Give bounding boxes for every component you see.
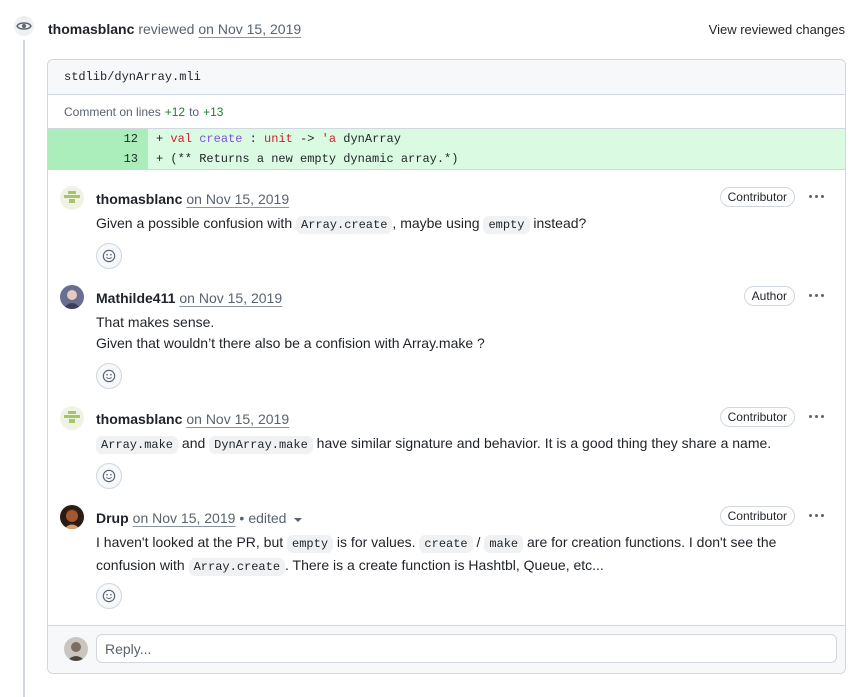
smiley-icon <box>102 369 116 383</box>
file-path[interactable]: stdlib/dynArray.mli <box>64 70 201 84</box>
role-badge: Contributor <box>719 506 795 526</box>
smiley-icon <box>102 249 116 263</box>
kebab-horizontal-icon <box>808 513 812 517</box>
diff-line: 12 + val create : unit -> 'a dynArray <box>48 129 845 149</box>
code-line: + val create : unit -> 'a dynArray <box>148 129 845 149</box>
separator-dot: • <box>239 510 245 526</box>
comment-header: Drup on Nov 15, 2019 • edited <box>96 509 303 527</box>
diff-line: 13 + (** Returns a new empty dynamic arr… <box>48 149 845 169</box>
comment-header: thomasblanc on Nov 15, 2019 <box>96 410 289 428</box>
comment-line: Given that wouldn’t there also be a conf… <box>96 335 485 351</box>
role-badge: Author <box>743 286 795 306</box>
comment-options-button[interactable] <box>805 507 827 523</box>
inline-code: empty <box>287 535 334 553</box>
timeline-line <box>23 40 25 697</box>
view-reviewed-changes-link[interactable]: View reviewed changes <box>709 22 845 37</box>
comment-date-link[interactable]: on Nov 15, 2019 <box>179 290 282 306</box>
reply-input[interactable] <box>96 634 837 663</box>
add-reaction-button[interactable] <box>96 463 122 489</box>
edited-menu[interactable]: edited <box>248 510 286 526</box>
smiley-icon <box>102 469 116 483</box>
comment-author[interactable]: thomasblanc <box>96 191 182 207</box>
inline-code: Array.create <box>296 216 393 234</box>
review-eye-badge <box>12 14 36 38</box>
review-verb: reviewed <box>138 21 195 37</box>
avatar[interactable] <box>60 285 84 309</box>
avatar[interactable] <box>60 406 84 430</box>
kebab-horizontal-icon <box>808 194 812 198</box>
review-date-link[interactable]: on Nov 15, 2019 <box>198 21 301 37</box>
comment-date-link[interactable]: on Nov 15, 2019 <box>186 191 289 207</box>
reply-area <box>48 625 845 673</box>
comment-options-button[interactable] <box>805 408 827 424</box>
add-reaction-button[interactable] <box>96 583 122 609</box>
add-reaction-button[interactable] <box>96 243 122 269</box>
line-end: +13 <box>203 104 224 119</box>
comment-date-link[interactable]: on Nov 15, 2019 <box>186 411 289 427</box>
triangle-down-icon[interactable] <box>294 517 303 522</box>
comment-options-button[interactable] <box>805 188 827 204</box>
comment-author[interactable]: Drup <box>96 510 129 526</box>
line-number[interactable]: 12 <box>48 129 148 149</box>
comment-header: Mathilde411 on Nov 15, 2019 <box>96 289 282 307</box>
comment-body: Array.make and DynArray.make have simila… <box>96 433 805 456</box>
review-thread: stdlib/dynArray.mli Comment on lines +12… <box>47 59 846 674</box>
avatar[interactable] <box>60 505 84 529</box>
inline-code: create <box>419 535 473 553</box>
smiley-icon <box>102 589 116 603</box>
comment-body: That makes sense. Given that wouldn’t th… <box>96 312 805 354</box>
code-line: + (** Returns a new empty dynamic array.… <box>148 149 845 169</box>
reviewer-name[interactable]: thomasblanc <box>48 21 134 37</box>
comment-options-button[interactable] <box>805 287 827 303</box>
line-start: +12 <box>164 104 186 119</box>
review-header: thomasblanc reviewed on Nov 15, 2019 View … <box>48 18 845 40</box>
diff-hunk: 12 + val create : unit -> 'a dynArray 13… <box>48 129 845 170</box>
comment-date-link[interactable]: on Nov 15, 2019 <box>133 510 236 526</box>
kebab-horizontal-icon <box>808 293 812 297</box>
comment-header: thomasblanc on Nov 15, 2019 <box>96 190 289 208</box>
add-reaction-button[interactable] <box>96 363 122 389</box>
review-summary: thomasblanc reviewed on Nov 15, 2019 <box>48 21 301 37</box>
comment-lines-label: Comment on lines +12 to +13 <box>48 95 845 129</box>
inline-code: make <box>484 535 524 553</box>
inline-code: Array.make <box>96 436 179 454</box>
role-badge: Contributor <box>719 407 795 427</box>
inline-code: empty <box>483 216 530 234</box>
lines-to: to <box>189 104 200 119</box>
comment-author[interactable]: Mathilde411 <box>96 290 175 306</box>
eye-icon <box>16 22 32 30</box>
comment-body: I haven't looked at the PR, but empty is… <box>96 534 777 576</box>
comment-line: That makes sense. <box>96 314 215 330</box>
line-number[interactable]: 13 <box>48 149 148 169</box>
lines-label-prefix: Comment on lines <box>64 104 161 119</box>
kebab-horizontal-icon <box>808 414 812 418</box>
comment-author[interactable]: thomasblanc <box>96 411 182 427</box>
inline-code: Array.create <box>188 558 286 576</box>
file-header: stdlib/dynArray.mli <box>48 60 845 95</box>
current-user-avatar <box>64 637 88 661</box>
comment-body: Given a possible confusion with Array.cr… <box>96 215 587 234</box>
inline-code: DynArray.make <box>209 436 313 454</box>
avatar[interactable] <box>60 186 84 210</box>
role-badge: Contributor <box>719 187 795 207</box>
